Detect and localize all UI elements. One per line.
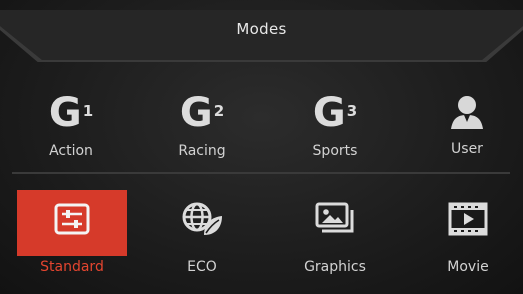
mode-label-movie: Movie (447, 259, 489, 275)
mode-eco[interactable]: ECO (147, 196, 257, 286)
mode-standard[interactable]: Standard (17, 196, 127, 286)
mode-action[interactable]: G1 Action (16, 90, 126, 180)
sliders-icon (17, 196, 127, 242)
g2-icon: G2 (179, 90, 225, 136)
g3-icon: G3 (312, 90, 358, 136)
mode-movie[interactable]: Movie (413, 196, 523, 286)
mode-label-user: User (451, 141, 483, 157)
row-divider (12, 172, 510, 174)
mode-label-action: Action (49, 143, 93, 159)
mode-user[interactable]: User (412, 90, 522, 180)
mode-sports[interactable]: G3 Sports (280, 90, 390, 180)
mode-label-eco: ECO (187, 259, 217, 275)
mode-graphics[interactable]: Graphics (280, 196, 390, 286)
mode-label-sports: Sports (312, 143, 358, 159)
g1-icon: G1 (48, 90, 94, 136)
mode-label-graphics: Graphics (304, 259, 366, 275)
mode-label-standard: Standard (40, 259, 104, 275)
title-bar: Modes (0, 0, 523, 62)
mode-label-racing: Racing (178, 143, 226, 159)
mode-racing[interactable]: G2 Racing (147, 90, 257, 180)
osd-screen: Modes G1 Action G2 Racing G3 Sports User (0, 0, 523, 294)
user-icon (412, 88, 522, 134)
picture-stack-icon (280, 196, 390, 242)
globe-leaf-icon (147, 196, 257, 242)
page-title: Modes (236, 20, 287, 38)
film-play-icon (413, 196, 523, 242)
